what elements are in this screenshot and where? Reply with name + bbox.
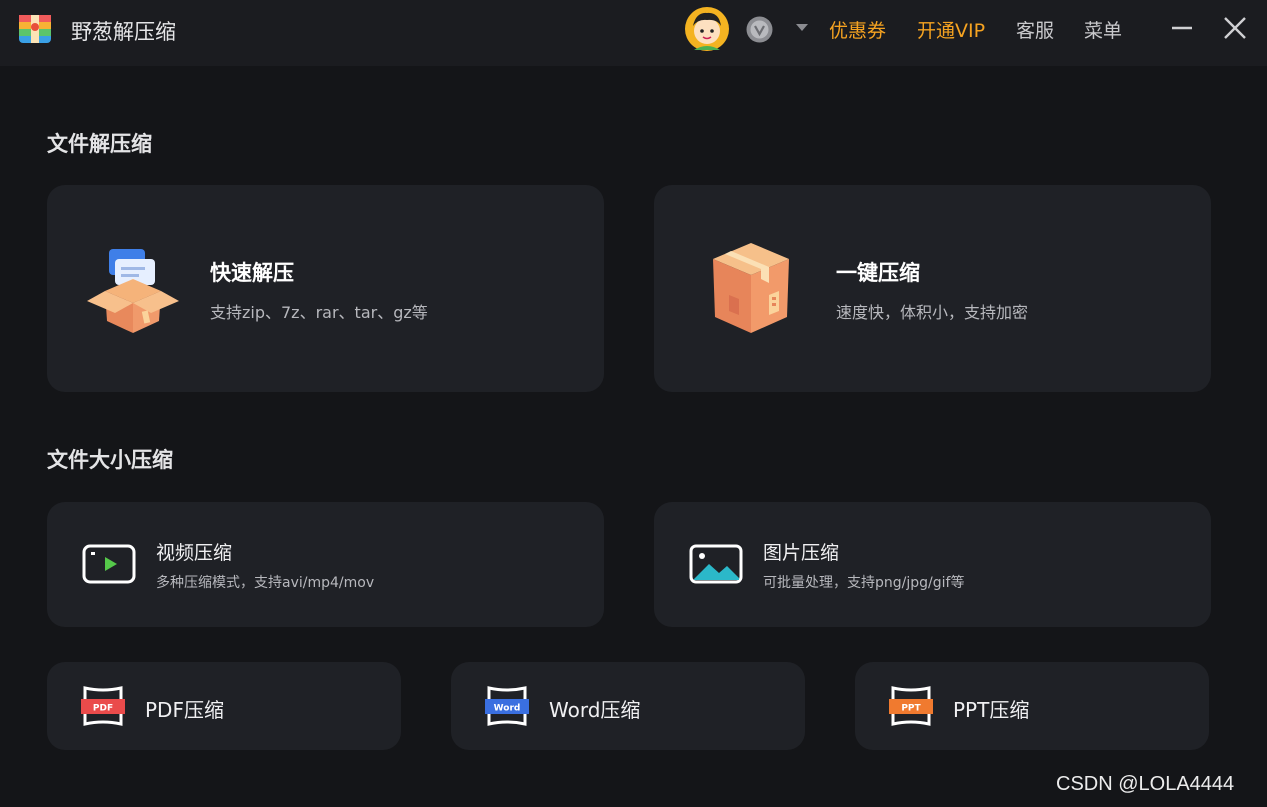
pdf-compress-card[interactable]: PDF PDF压缩 (47, 662, 401, 750)
minimize-icon[interactable] (1168, 14, 1196, 42)
customer-service-link[interactable]: 客服 (1016, 16, 1054, 43)
open-vip-link[interactable]: 开通VIP (917, 16, 985, 43)
menu-link[interactable]: 菜单 (1084, 16, 1122, 43)
close-icon[interactable] (1221, 14, 1249, 42)
svg-text:PPT: PPT (901, 704, 921, 714)
pdf-icon: PDF (81, 686, 125, 726)
one-click-compress-card[interactable]: 一键压缩 速度快，体积小，支持加密 (654, 185, 1211, 392)
caret-down-icon[interactable] (795, 23, 809, 32)
section-title-size: 文件大小压缩 (47, 448, 173, 472)
image-compress-card[interactable]: 图片压缩 可批量处理，支持png/jpg/gif等 (654, 502, 1211, 627)
ppt-compress-title: PPT压缩 (953, 698, 1030, 722)
avatar[interactable] (684, 6, 730, 52)
video-icon (82, 544, 136, 584)
image-compress-desc: 可批量处理，支持png/jpg/gif等 (763, 575, 965, 591)
svg-text:Word: Word (494, 704, 521, 714)
pdf-compress-title: PDF压缩 (145, 698, 224, 722)
title-bar: 野葱解压缩 优惠券 开通VIP 客服 菜单 (0, 0, 1267, 66)
quick-extract-title: 快速解压 (210, 261, 294, 285)
quick-extract-card[interactable]: 快速解压 支持zip、7z、rar、tar、gz等 (47, 185, 604, 392)
video-compress-desc: 多种压缩模式，支持avi/mp4/mov (156, 575, 375, 591)
package-icon (713, 243, 789, 333)
ppt-compress-card[interactable]: PPT PPT压缩 (855, 662, 1209, 750)
video-compress-card[interactable]: 视频压缩 多种压缩模式，支持avi/mp4/mov (47, 502, 604, 627)
video-compress-title: 视频压缩 (156, 542, 233, 564)
coupon-link[interactable]: 优惠券 (829, 16, 886, 43)
one-click-compress-desc: 速度快，体积小，支持加密 (836, 303, 1029, 322)
word-compress-title: Word压缩 (549, 698, 641, 722)
vip-badge-icon[interactable] (746, 16, 773, 43)
app-logo-icon (19, 15, 51, 43)
word-compress-card[interactable]: Word Word压缩 (451, 662, 805, 750)
section-title-extract: 文件解压缩 (47, 132, 152, 156)
svg-text:PDF: PDF (93, 704, 113, 714)
app-title: 野葱解压缩 (71, 20, 176, 44)
quick-extract-desc: 支持zip、7z、rar、tar、gz等 (210, 303, 428, 322)
ppt-icon: PPT (889, 686, 933, 726)
image-compress-title: 图片压缩 (763, 542, 840, 564)
open-box-icon (87, 249, 179, 333)
word-icon: Word (485, 686, 529, 726)
watermark: CSDN @LOLA4444 (1056, 773, 1235, 795)
one-click-compress-title: 一键压缩 (836, 261, 920, 285)
image-icon (689, 544, 743, 584)
